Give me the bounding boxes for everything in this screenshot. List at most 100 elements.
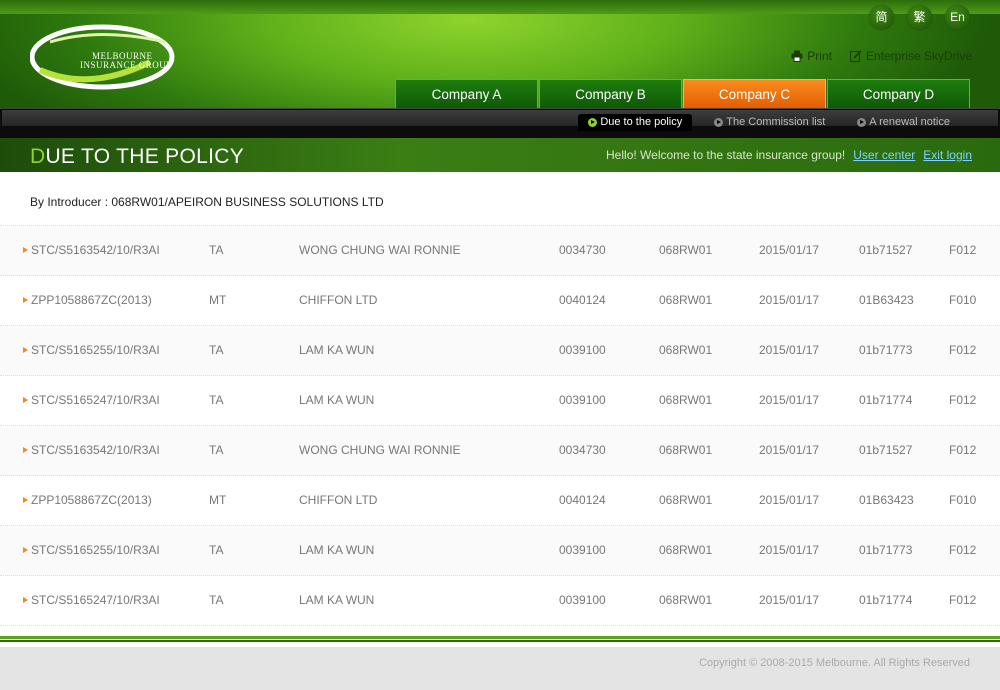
reference-code: 01b71527 [859, 243, 913, 257]
due-date: 2015/01/17 [759, 293, 820, 307]
client-code: 0040124 [559, 493, 606, 507]
policy-number: STC/S5163542/10/R3AI [31, 243, 160, 257]
due-date: 2015/01/17 [759, 243, 820, 257]
introducer-code: 068RW01 [659, 443, 713, 457]
due-date: 2015/01/17 [759, 393, 820, 407]
client-name: WONG CHUNG WAI RONNIE [299, 443, 461, 457]
table-row[interactable]: STC/S5165247/10/R3AI TA LAM KA WUN 0039100 0… [0, 376, 1000, 426]
title-bar: DUE TO THE POLICY Hello! Welcome to the … [0, 138, 1000, 172]
logo-text: MELBOURNE INSURANCE GROUP [80, 52, 172, 70]
introducer-code: 068RW01 [659, 343, 713, 357]
arrow-circle-icon [588, 118, 598, 127]
print-label: Print [807, 49, 832, 63]
client-name: LAM KA WUN [299, 593, 375, 607]
toolbar: Print Enterprise SkyDrive [791, 49, 972, 63]
table-row[interactable]: ZPP1058867ZC(2013) MT CHIFFON LTD 0040124 06… [0, 476, 1000, 526]
arrow-circle-icon [857, 118, 867, 127]
client-code: 0034730 [559, 243, 606, 257]
header: MELBOURNE INSURANCE GROUP 简 繁 En Print E… [0, 0, 1000, 108]
introducer-code: 068RW01 [659, 493, 713, 507]
lang-traditional-button[interactable]: 繁 [907, 5, 932, 30]
class-code: MT [209, 493, 227, 507]
subnav-label: The Commission list [726, 116, 826, 128]
client-name: WONG CHUNG WAI RONNIE [299, 243, 461, 257]
subnav-commission-list[interactable]: The Commission list [704, 114, 835, 131]
class-code: TA [209, 593, 224, 607]
subnav-label: Due to the policy [600, 116, 683, 128]
client-code: 0039100 [559, 593, 606, 607]
policy-number: STC/S5165247/10/R3AI [31, 393, 160, 407]
bullet-arrow-icon [23, 597, 28, 603]
policy-number: STC/S5165255/10/R3AI [31, 343, 160, 357]
reference-code: 01b71773 [859, 543, 913, 557]
reference-code: 01B63423 [859, 493, 914, 507]
reference-code: 01B63423 [859, 293, 914, 307]
subnav-renewal-notice[interactable]: A renewal notice [847, 114, 960, 131]
client-name: CHIFFON LTD [299, 493, 378, 507]
introducer-code: 068RW01 [659, 243, 713, 257]
client-name: LAM KA WUN [299, 343, 375, 357]
policy-number: STC/S5165255/10/R3AI [31, 543, 160, 557]
client-name: LAM KA WUN [299, 543, 375, 557]
introducer-code: 068RW01 [659, 293, 713, 307]
edit-icon [849, 50, 862, 62]
class-code: TA [209, 243, 224, 257]
printer-icon [791, 50, 803, 62]
file-code: F012 [949, 343, 977, 357]
policy-number: STC/S5165247/10/R3AI [31, 593, 160, 607]
introducer-code: 068RW01 [659, 543, 713, 557]
table-row[interactable]: STC/S5163542/10/R3AI TA WONG CHUNG WAI RON… [0, 426, 1000, 476]
tab-company-d[interactable]: Company D [827, 79, 970, 108]
exit-login-link[interactable]: Exit login [923, 148, 972, 162]
client-code: 0039100 [559, 393, 606, 407]
lang-english-button[interactable]: En [945, 5, 970, 30]
skydrive-label: Enterprise SkyDrive [865, 49, 972, 63]
arrow-circle-icon [714, 118, 724, 127]
file-code: F012 [949, 393, 977, 407]
class-code: MT [209, 293, 227, 307]
reference-code: 01b71774 [859, 593, 913, 607]
print-button[interactable]: Print [791, 49, 832, 63]
skydrive-button[interactable]: Enterprise SkyDrive [849, 49, 972, 63]
due-date: 2015/01/17 [759, 443, 820, 457]
language-switcher: 简 繁 En [869, 5, 970, 30]
file-code: F010 [949, 493, 977, 507]
bullet-arrow-icon [23, 397, 28, 403]
policy-list: STC/S5163542/10/R3AI TA WONG CHUNG WAI RON… [0, 226, 1000, 626]
page-title-first-letter: D [30, 145, 46, 168]
footer: Copyright © 2008-2015 Melbourne. All Rig… [0, 647, 1000, 690]
client-code: 0040124 [559, 293, 606, 307]
class-code: TA [209, 543, 224, 557]
table-row[interactable]: STC/S5163542/10/R3AI TA WONG CHUNG WAI RON… [0, 226, 1000, 276]
table-row[interactable]: STC/S5165247/10/R3AI TA LAM KA WUN 0039100 0… [0, 576, 1000, 626]
tab-company-b[interactable]: Company B [539, 79, 682, 108]
logo[interactable]: MELBOURNE INSURANCE GROUP [30, 22, 175, 92]
reference-code: 01b71773 [859, 343, 913, 357]
client-code: 0039100 [559, 543, 606, 557]
policy-number: STC/S5163542/10/R3AI [31, 443, 160, 457]
footer-divider [0, 636, 1000, 642]
lang-simplified-button[interactable]: 简 [869, 5, 894, 30]
tab-company-a[interactable]: Company A [395, 79, 538, 108]
subnav-due-to-policy[interactable]: Due to the policy [578, 114, 693, 131]
company-tabs: Company A Company B Company C Company D [395, 79, 970, 108]
policy-number: ZPP1058867ZC(2013) [31, 493, 152, 507]
reference-code: 01b71774 [859, 393, 913, 407]
file-code: F012 [949, 593, 977, 607]
policy-number: ZPP1058867ZC(2013) [31, 293, 152, 307]
file-code: F012 [949, 243, 977, 257]
bullet-arrow-icon [23, 297, 28, 303]
table-row[interactable]: STC/S5165255/10/R3AI TA LAM KA WUN 0039100 0… [0, 326, 1000, 376]
user-center-link[interactable]: User center [853, 148, 915, 162]
introducer-code: 068RW01 [659, 593, 713, 607]
table-row[interactable]: STC/S5165255/10/R3AI TA LAM KA WUN 0039100 0… [0, 526, 1000, 576]
bullet-arrow-icon [23, 247, 28, 253]
bullet-arrow-icon [23, 447, 28, 453]
client-code: 0034730 [559, 443, 606, 457]
client-name: LAM KA WUN [299, 393, 375, 407]
tab-company-c[interactable]: Company C [683, 79, 826, 108]
file-code: F012 [949, 443, 977, 457]
introducer-info: By Introducer : 068RW01/APEIRON BUSINESS… [0, 172, 1000, 226]
table-row[interactable]: ZPP1058867ZC(2013) MT CHIFFON LTD 0040124 06… [0, 276, 1000, 326]
header-stripe [0, 0, 1000, 14]
